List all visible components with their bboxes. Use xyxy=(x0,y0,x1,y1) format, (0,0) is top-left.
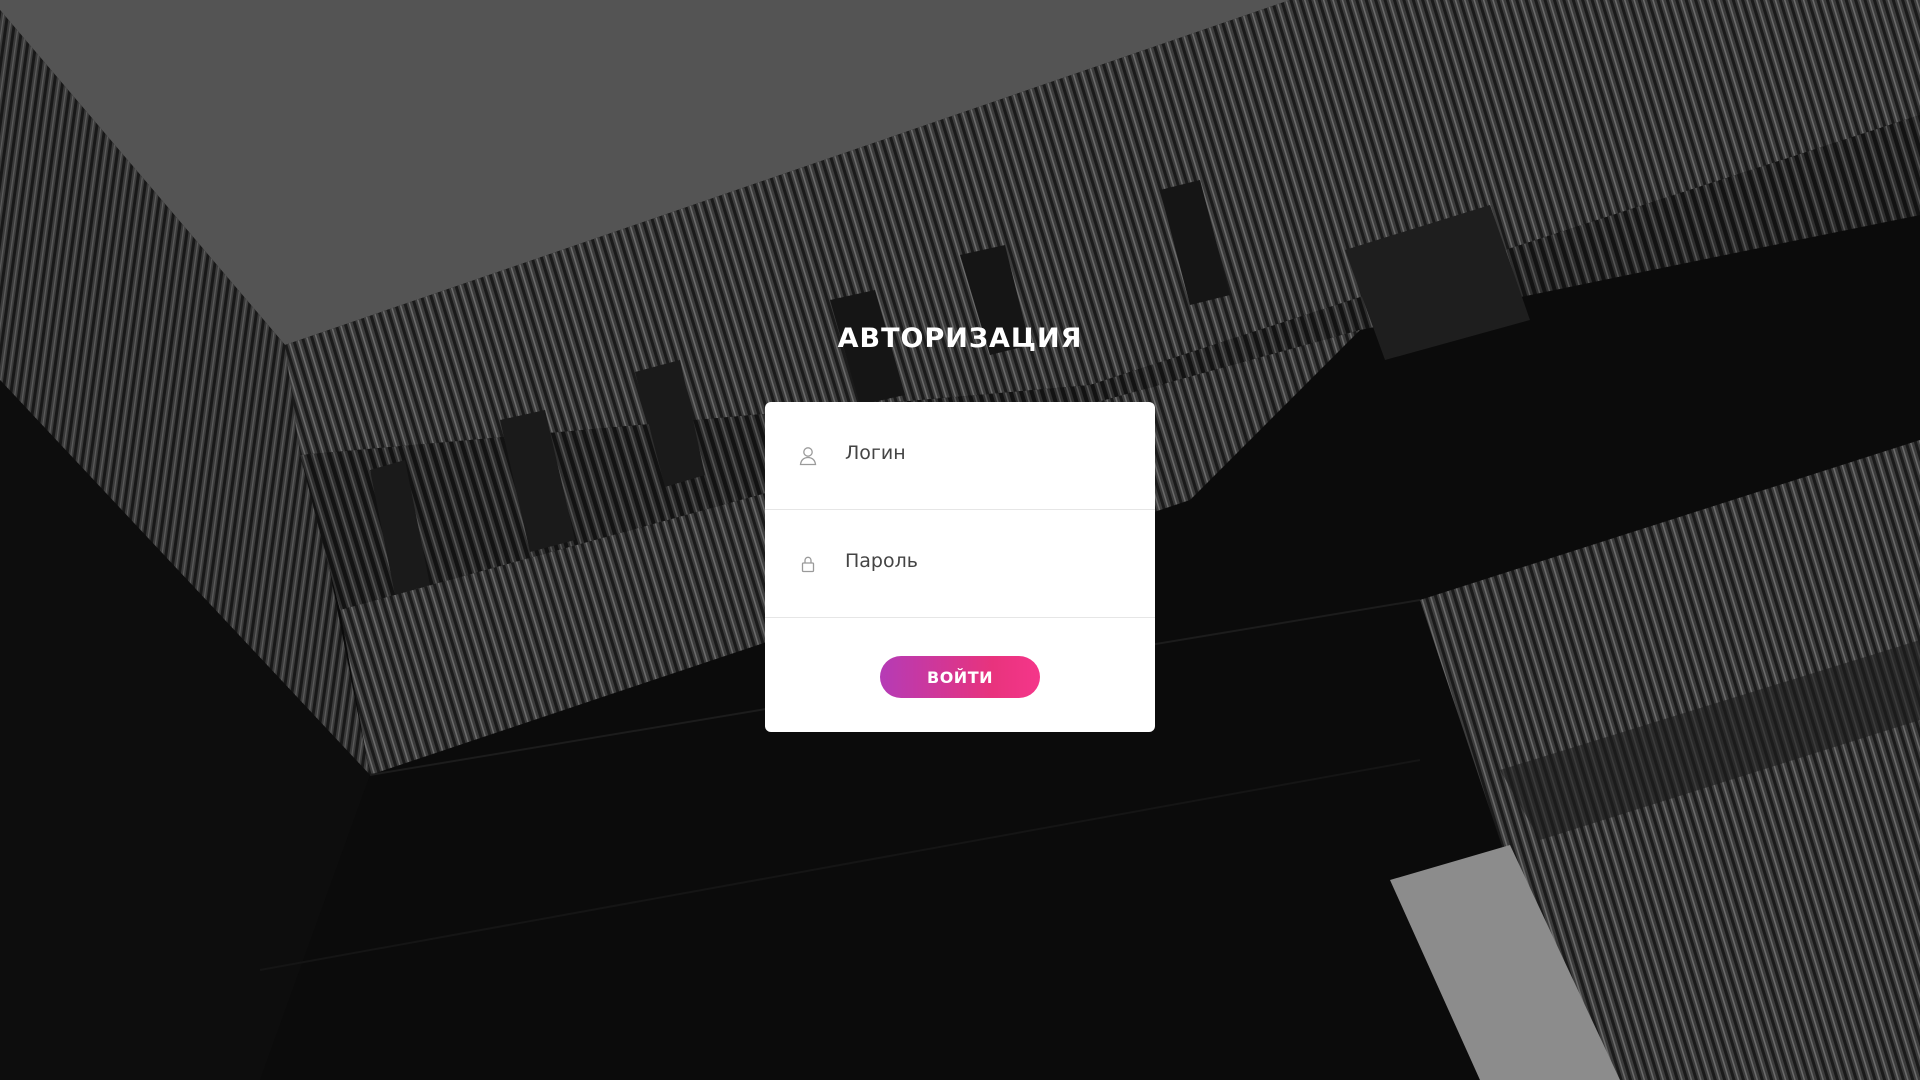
login-page: АВТОРИЗАЦИЯ Логин Пароль ВОЙТИ xyxy=(0,0,1920,1080)
password-field-placeholder: Пароль xyxy=(845,550,918,572)
lock-icon xyxy=(798,554,818,574)
password-field[interactable]: Пароль xyxy=(765,510,1155,618)
page-title: АВТОРИЗАЦИЯ xyxy=(837,323,1083,354)
login-submit-button[interactable]: ВОЙТИ xyxy=(880,656,1040,698)
user-icon xyxy=(798,446,818,466)
login-field[interactable]: Логин xyxy=(765,402,1155,510)
login-field-placeholder: Логин xyxy=(845,442,906,464)
login-card: Логин Пароль ВОЙТИ xyxy=(765,402,1155,732)
